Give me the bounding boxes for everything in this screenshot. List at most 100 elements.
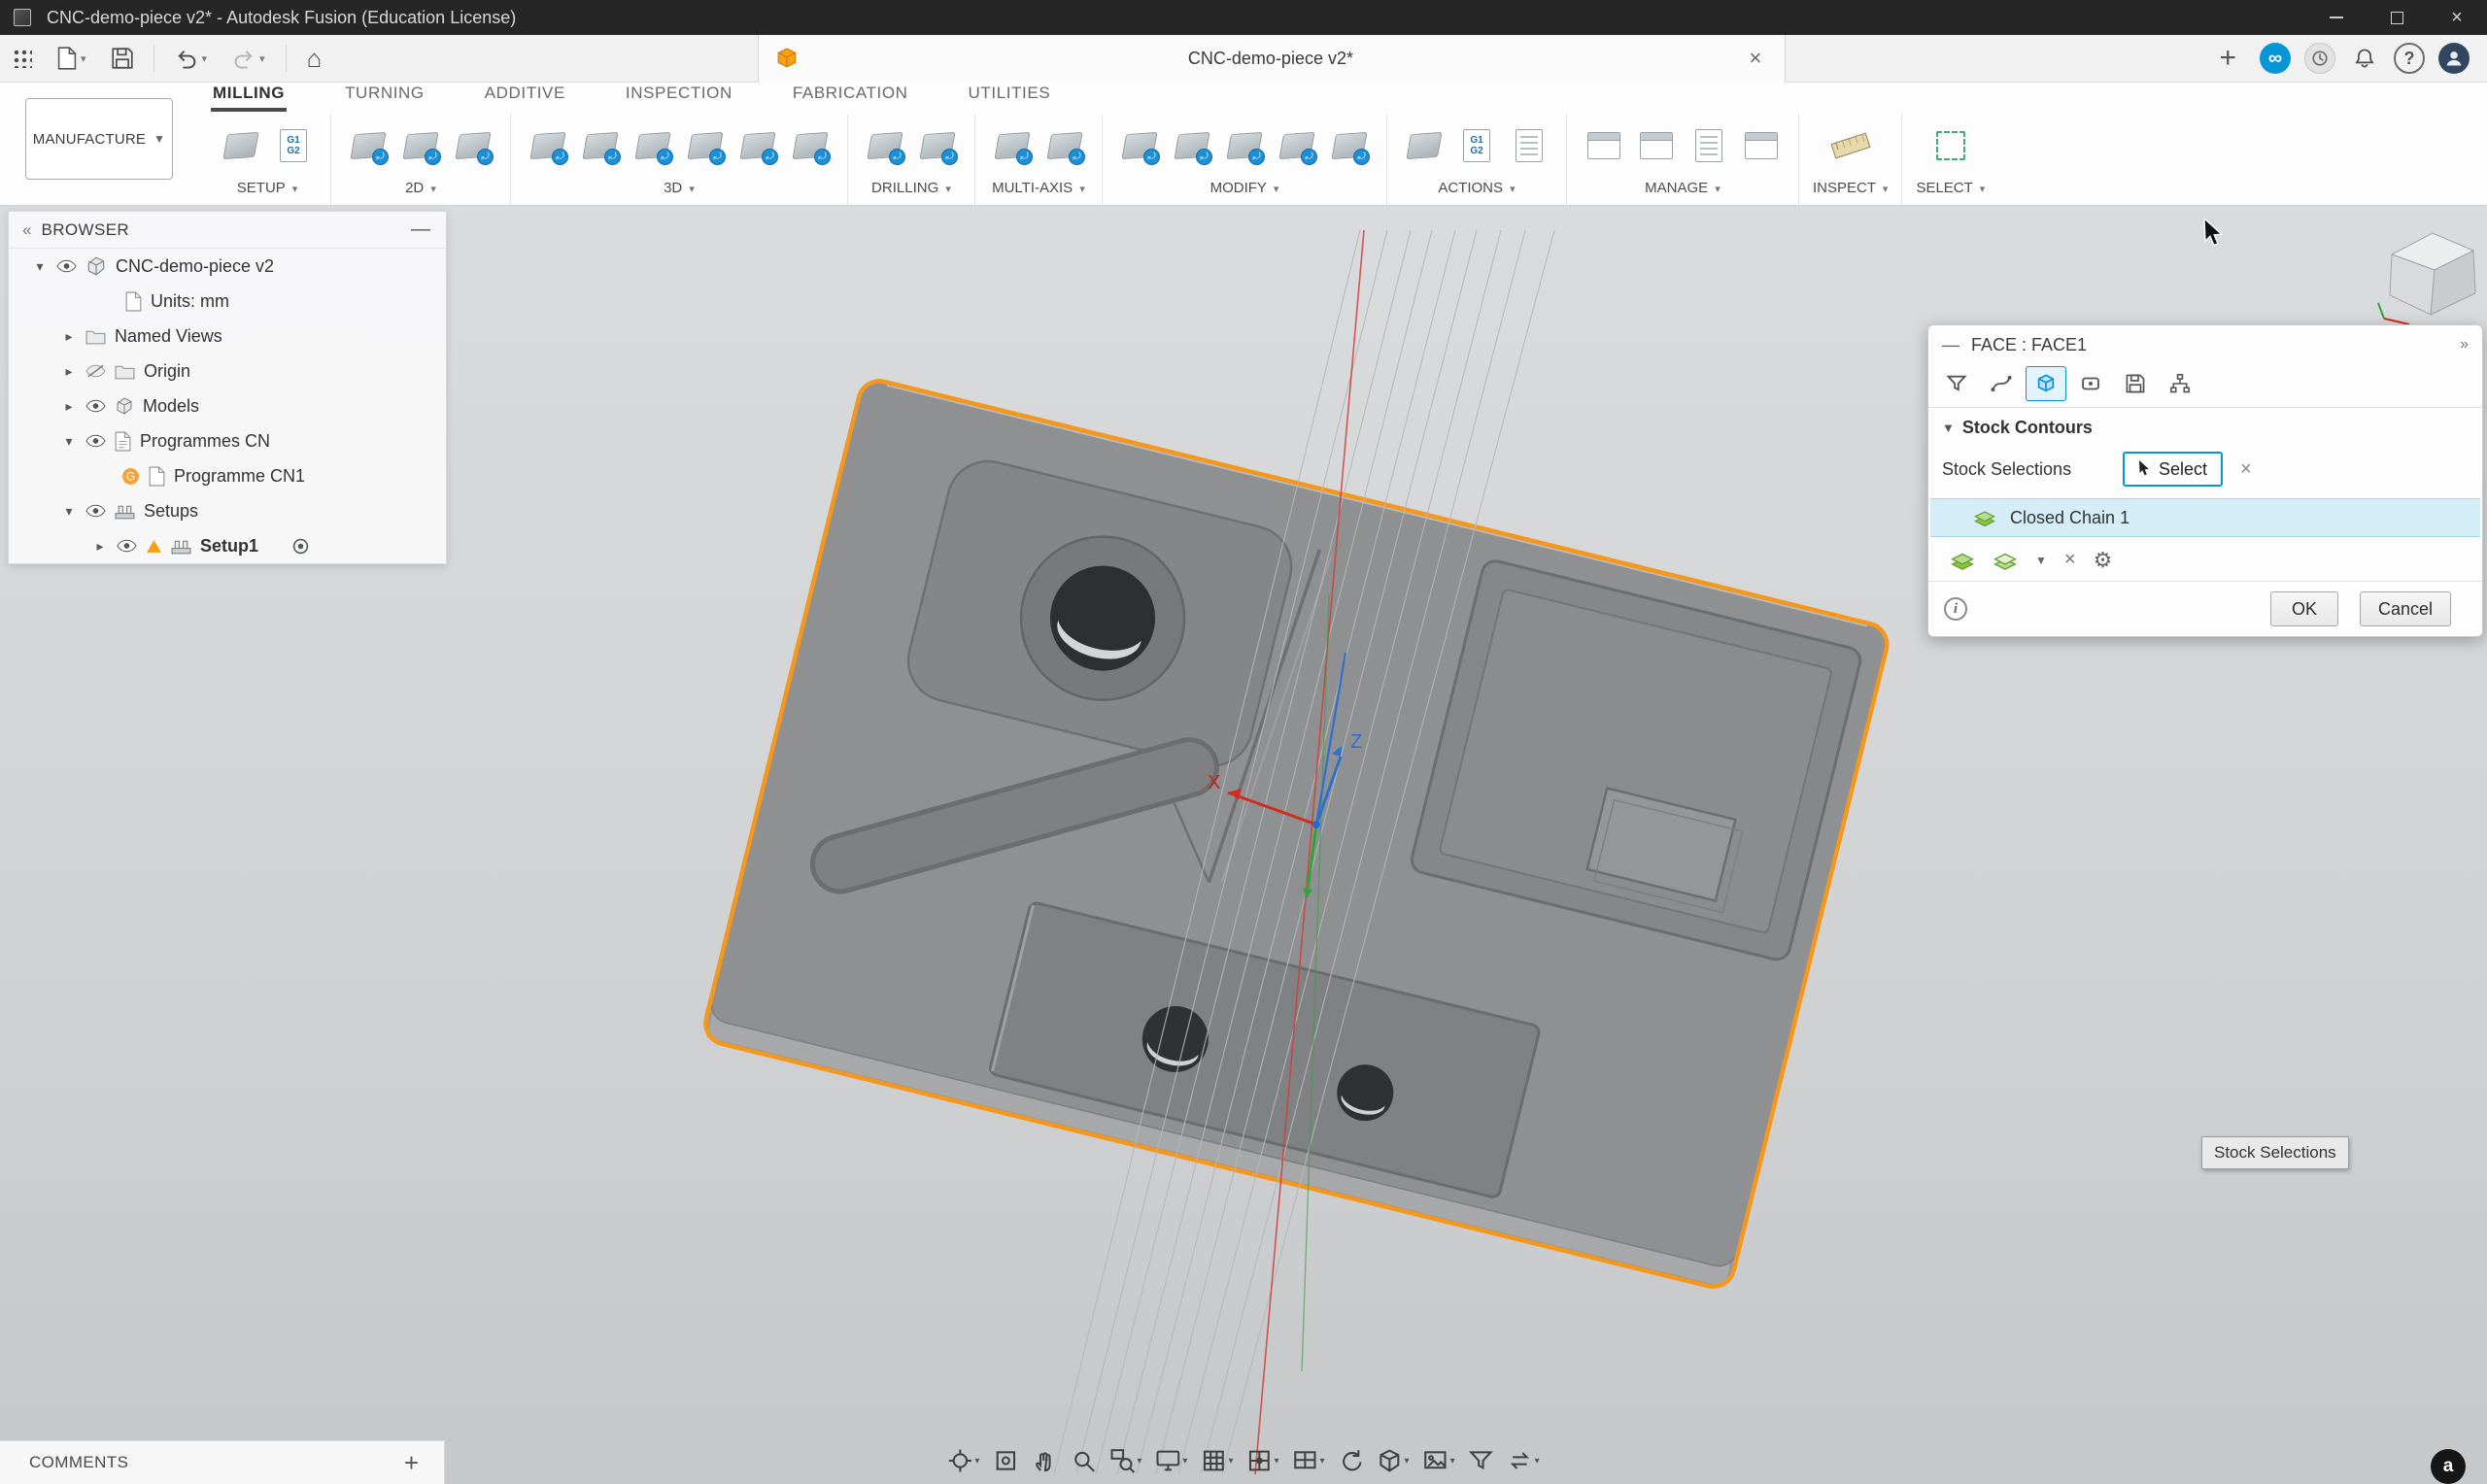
3d-pocket-icon[interactable]: ⤾ (577, 118, 624, 173)
redo-icon[interactable]: ▾ (220, 35, 278, 83)
info-icon[interactable]: i (1944, 597, 1967, 621)
chevron-right-icon[interactable]: ▸ (61, 398, 77, 415)
maximize-button[interactable] (2367, 0, 2427, 35)
help-icon[interactable]: ? (2394, 43, 2425, 74)
visibility-eye-off-icon[interactable] (85, 364, 106, 378)
browser-item-cnc-demo-piece-v2[interactable]: ▾ CNC-demo-piece v2 (9, 249, 446, 284)
dialog-tab-profile[interactable] (1981, 366, 2022, 401)
undo-icon[interactable]: ▾ (162, 35, 221, 83)
active-setup-radio-icon[interactable] (292, 538, 309, 555)
gcode-editor-icon[interactable]: G1 G2 (270, 118, 317, 173)
drill-icon[interactable]: ⤾ (862, 118, 908, 173)
3d-scallop-icon[interactable]: ⤾ (682, 118, 729, 173)
ribbon-group-label[interactable]: SETUP ▾ (237, 180, 297, 196)
templates-icon[interactable] (1686, 118, 1732, 173)
feed-optimization-icon[interactable]: ⤾ (1221, 118, 1268, 173)
close-button[interactable]: × (2427, 0, 2487, 35)
cancel-button[interactable]: Cancel (2359, 591, 2451, 626)
dialog-tab-surface[interactable] (2070, 366, 2111, 401)
dialog-tab-filter[interactable] (1936, 366, 1977, 401)
viewports-icon[interactable]: ▾ (1289, 1446, 1329, 1475)
machine-library-icon[interactable] (1738, 118, 1785, 173)
chevron-down-icon[interactable]: ▾ (61, 433, 77, 450)
new-tab-button[interactable]: + (2209, 42, 2246, 75)
delete-passes-icon[interactable]: ⤾ (1169, 118, 1215, 173)
dialog-tab-save[interactable] (2115, 366, 2156, 401)
browser-item-named-views[interactable]: ▸ Named Views (9, 319, 446, 354)
measure-icon[interactable] (1827, 118, 1874, 173)
ribbon-group-label[interactable]: MULTI-AXIS ▾ (992, 180, 1085, 196)
browser-collapse-icon[interactable]: « (9, 220, 41, 240)
document-tab-close-icon[interactable]: × (1744, 46, 1768, 71)
notifications-bell-icon[interactable] (2349, 43, 2380, 74)
ribbon-group-label[interactable]: MODIFY ▾ (1210, 180, 1279, 196)
grid-icon[interactable]: ▾ (1197, 1446, 1237, 1475)
chevron-right-icon[interactable]: ▸ (61, 363, 77, 380)
refresh-icon[interactable] (1335, 1446, 1368, 1475)
orbit-icon[interactable]: ▾ (943, 1446, 983, 1475)
browser-item-units-mm[interactable]: Units: mm (9, 284, 446, 319)
link-toolpath-icon[interactable]: ⤾ (1274, 118, 1320, 173)
3d-parallel-icon[interactable]: ⤾ (630, 118, 676, 173)
ribbon-group-label[interactable]: DRILLING ▾ (871, 180, 951, 196)
tool-library-icon[interactable] (1581, 118, 1627, 173)
minimize-button[interactable] (2306, 0, 2367, 35)
view-cube[interactable] (2370, 216, 2487, 332)
canvas-icon[interactable]: ▾ (1419, 1446, 1459, 1475)
3d-adaptive-icon[interactable]: ⤾ (525, 118, 571, 173)
job-status-icon[interactable]: ∞ (2260, 43, 2291, 74)
ribbon-group-label[interactable]: INSPECT ▾ (1813, 180, 1888, 196)
setup-sheet-icon[interactable] (1506, 118, 1552, 173)
2d-adaptive-icon[interactable]: ⤾ (345, 118, 392, 173)
selection-filter-icon[interactable] (1465, 1446, 1498, 1475)
browser-item-setup1[interactable]: ▸ Setup1 (9, 528, 446, 563)
zoom-window-icon[interactable]: ▾ (1106, 1446, 1145, 1475)
ribbon-group-label[interactable]: 3D ▾ (664, 180, 695, 196)
browser-item-programme-cn1[interactable]: G Programme CN1 (9, 458, 446, 493)
add-comment-button[interactable]: + (404, 1448, 444, 1478)
ribbon-group-label[interactable]: MANAGE ▾ (1645, 180, 1720, 196)
add-chain-icon[interactable] (1950, 550, 1975, 571)
snaps-icon[interactable]: ▾ (1243, 1446, 1282, 1475)
dialog-expand-icon[interactable]: » (2460, 336, 2469, 354)
3d-morph-icon[interactable]: ⤾ (787, 118, 834, 173)
visibility-eye-icon[interactable] (117, 539, 137, 553)
browser-item-models[interactable]: ▸ Models (9, 388, 446, 423)
file-menu-icon[interactable]: ▾ (45, 35, 99, 83)
visibility-eye-icon[interactable] (56, 259, 77, 273)
trim-toolpath-icon[interactable]: ⤾ (1116, 118, 1163, 173)
dialog-header[interactable]: — FACE : FACE1 » (1928, 325, 2482, 364)
swarf-icon[interactable]: ⤾ (989, 118, 1036, 173)
dialog-collapse-icon[interactable]: — (1942, 335, 1959, 355)
3d-spiral-icon[interactable]: ⤾ (734, 118, 781, 173)
look-at-icon[interactable] (989, 1446, 1022, 1475)
dialog-tab-tree[interactable] (2160, 366, 2200, 401)
2d-contour-icon[interactable]: ⤾ (450, 118, 496, 173)
visual-style-icon[interactable]: ▾ (1374, 1446, 1414, 1475)
visibility-eye-icon[interactable] (85, 434, 106, 448)
ribbon-tab-inspection[interactable]: INSPECTION (624, 80, 734, 112)
2d-pocket-icon[interactable]: ⤾ (397, 118, 444, 173)
dialog-tab-stock[interactable] (2026, 366, 2066, 401)
ribbon-tab-additive[interactable]: ADDITIVE (483, 80, 567, 112)
duplicate-chain-icon[interactable] (1993, 550, 2018, 571)
chain-options-caret-icon[interactable]: ▼ (2035, 554, 2047, 567)
ribbon-tab-fabrication[interactable]: FABRICATION (791, 80, 910, 112)
browser-minimize-icon[interactable]: — (411, 219, 446, 241)
visibility-eye-icon[interactable] (85, 399, 106, 413)
section-collapse-icon[interactable]: ▼ (1942, 421, 1955, 435)
browser-item-origin[interactable]: ▸ Origin (9, 354, 446, 388)
browser-item-setups[interactable]: ▾ Setups (9, 493, 446, 528)
assistant-button[interactable]: a (2431, 1449, 2466, 1484)
new-setup-icon[interactable] (218, 118, 264, 173)
zoom-icon[interactable] (1067, 1446, 1100, 1475)
ribbon-tab-milling[interactable]: MILLING (211, 80, 288, 112)
visibility-eye-icon[interactable] (85, 504, 106, 518)
ribbon-group-label[interactable]: SELECT ▾ (1916, 180, 1985, 196)
chevron-right-icon[interactable]: ▸ (92, 538, 108, 555)
pan-icon[interactable] (1028, 1446, 1061, 1475)
home-icon[interactable]: ⌂ (294, 35, 335, 83)
extensions-icon[interactable] (2304, 43, 2335, 74)
chevron-right-icon[interactable]: ▸ (61, 328, 77, 345)
swap-icon[interactable]: ▾ (1504, 1446, 1544, 1475)
